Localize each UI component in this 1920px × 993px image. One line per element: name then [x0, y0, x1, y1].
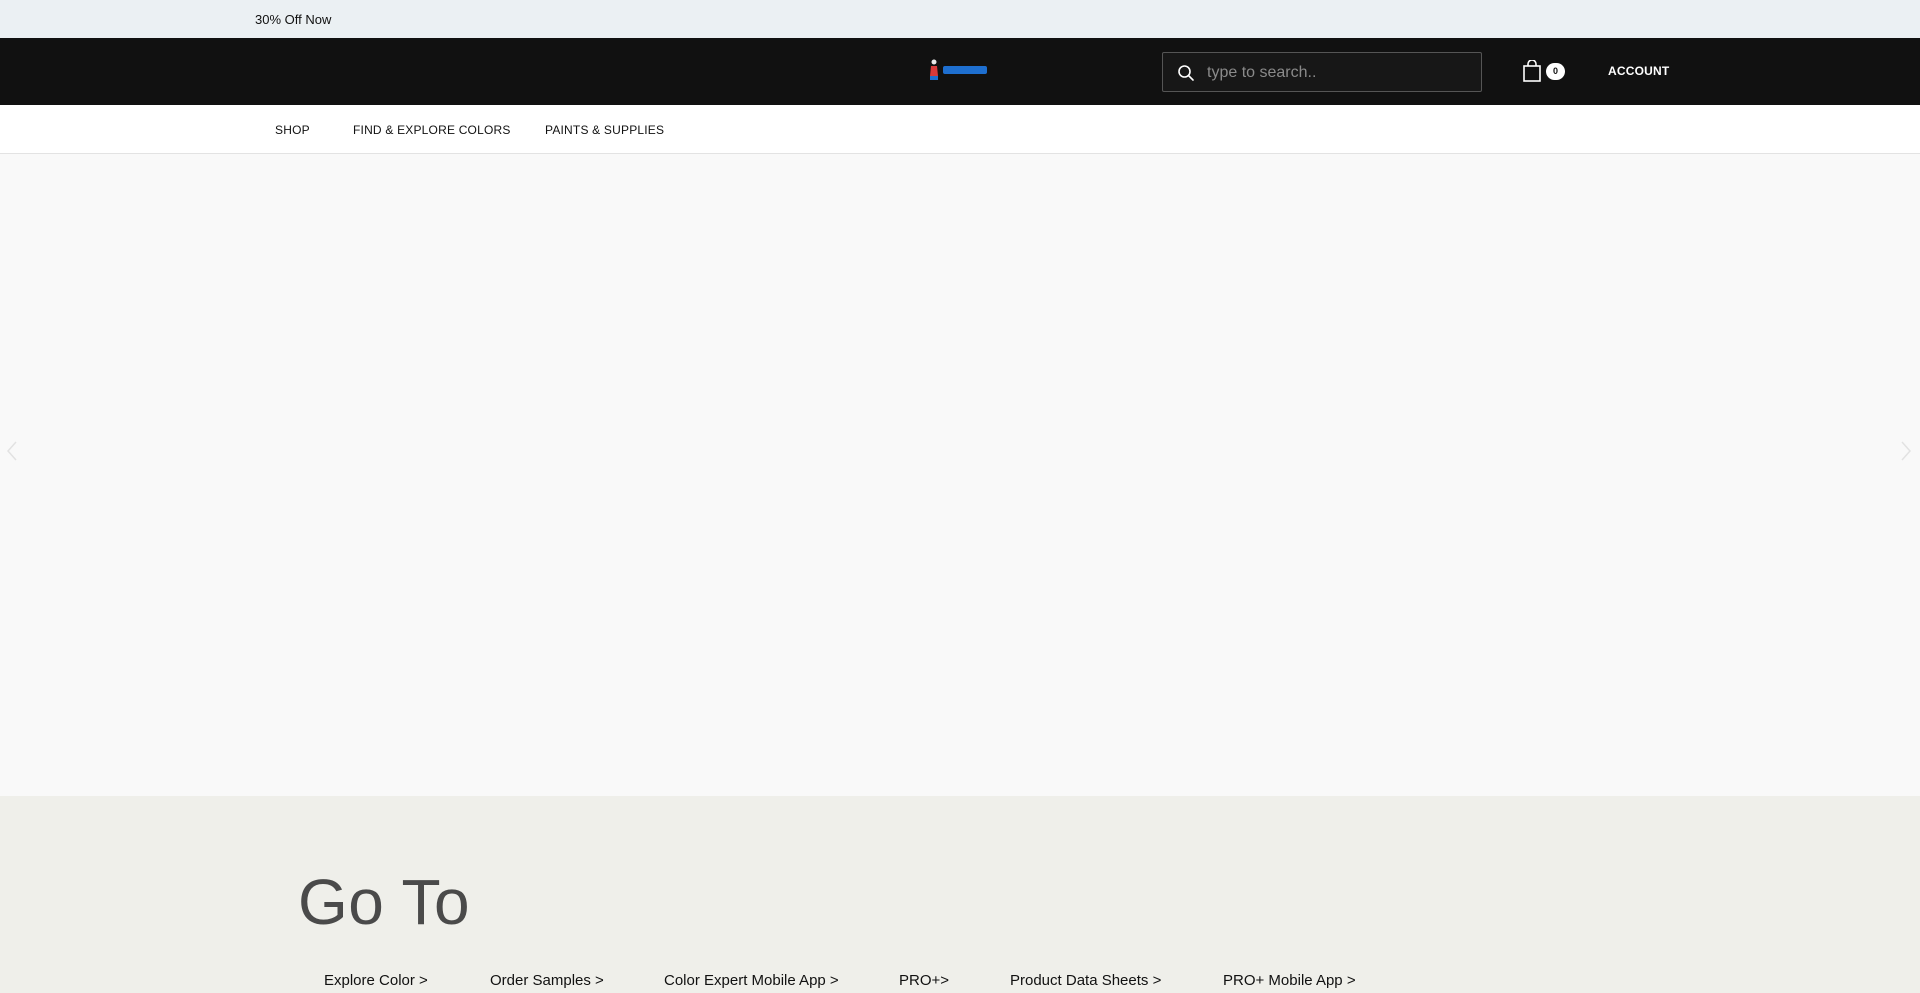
- nav-item-shop[interactable]: SHOP: [275, 123, 310, 137]
- search-box[interactable]: [1162, 52, 1482, 92]
- search-icon[interactable]: [1177, 64, 1195, 82]
- nav-item-paints-supplies[interactable]: PAINTS & SUPPLIES: [545, 123, 664, 137]
- logo-mark-icon: [930, 59, 938, 80]
- promo-text[interactable]: 30% Off Now: [255, 12, 331, 27]
- chevron-left-icon[interactable]: [6, 440, 18, 462]
- goto-link-pro-plus[interactable]: PRO+>: [899, 972, 949, 989]
- account-link[interactable]: ACCOUNT: [1608, 64, 1669, 78]
- goto-link-order-samples[interactable]: Order Samples >: [490, 972, 604, 989]
- goto-link-pro-plus-app[interactable]: PRO+ Mobile App >: [1223, 972, 1356, 989]
- goto-link-explore-color[interactable]: Explore Color >: [324, 972, 428, 989]
- go-to-title: Go To: [298, 866, 471, 938]
- nav-item-find-explore-colors[interactable]: FIND & EXPLORE COLORS: [353, 123, 511, 137]
- chevron-right-icon[interactable]: [1900, 440, 1912, 462]
- go-to-section: Go To Explore Color > Order Samples > Co…: [0, 796, 1920, 993]
- logo[interactable]: [928, 56, 992, 84]
- main-nav: SHOP FIND & EXPLORE COLORS PAINTS & SUPP…: [0, 105, 1920, 154]
- promo-bar: 30% Off Now: [0, 0, 1920, 38]
- search-input[interactable]: [1207, 59, 1467, 87]
- cart-count-badge: 0: [1546, 63, 1565, 80]
- goto-link-color-expert-app[interactable]: Color Expert Mobile App >: [664, 972, 839, 989]
- hero-carousel: [0, 154, 1920, 796]
- shopping-bag-icon[interactable]: [1522, 60, 1542, 82]
- cart-button[interactable]: 0: [1522, 60, 1566, 84]
- logo-wordmark: [943, 66, 987, 74]
- goto-link-product-data-sheets[interactable]: Product Data Sheets >: [1010, 972, 1161, 989]
- site-header: 0 ACCOUNT: [0, 38, 1920, 105]
